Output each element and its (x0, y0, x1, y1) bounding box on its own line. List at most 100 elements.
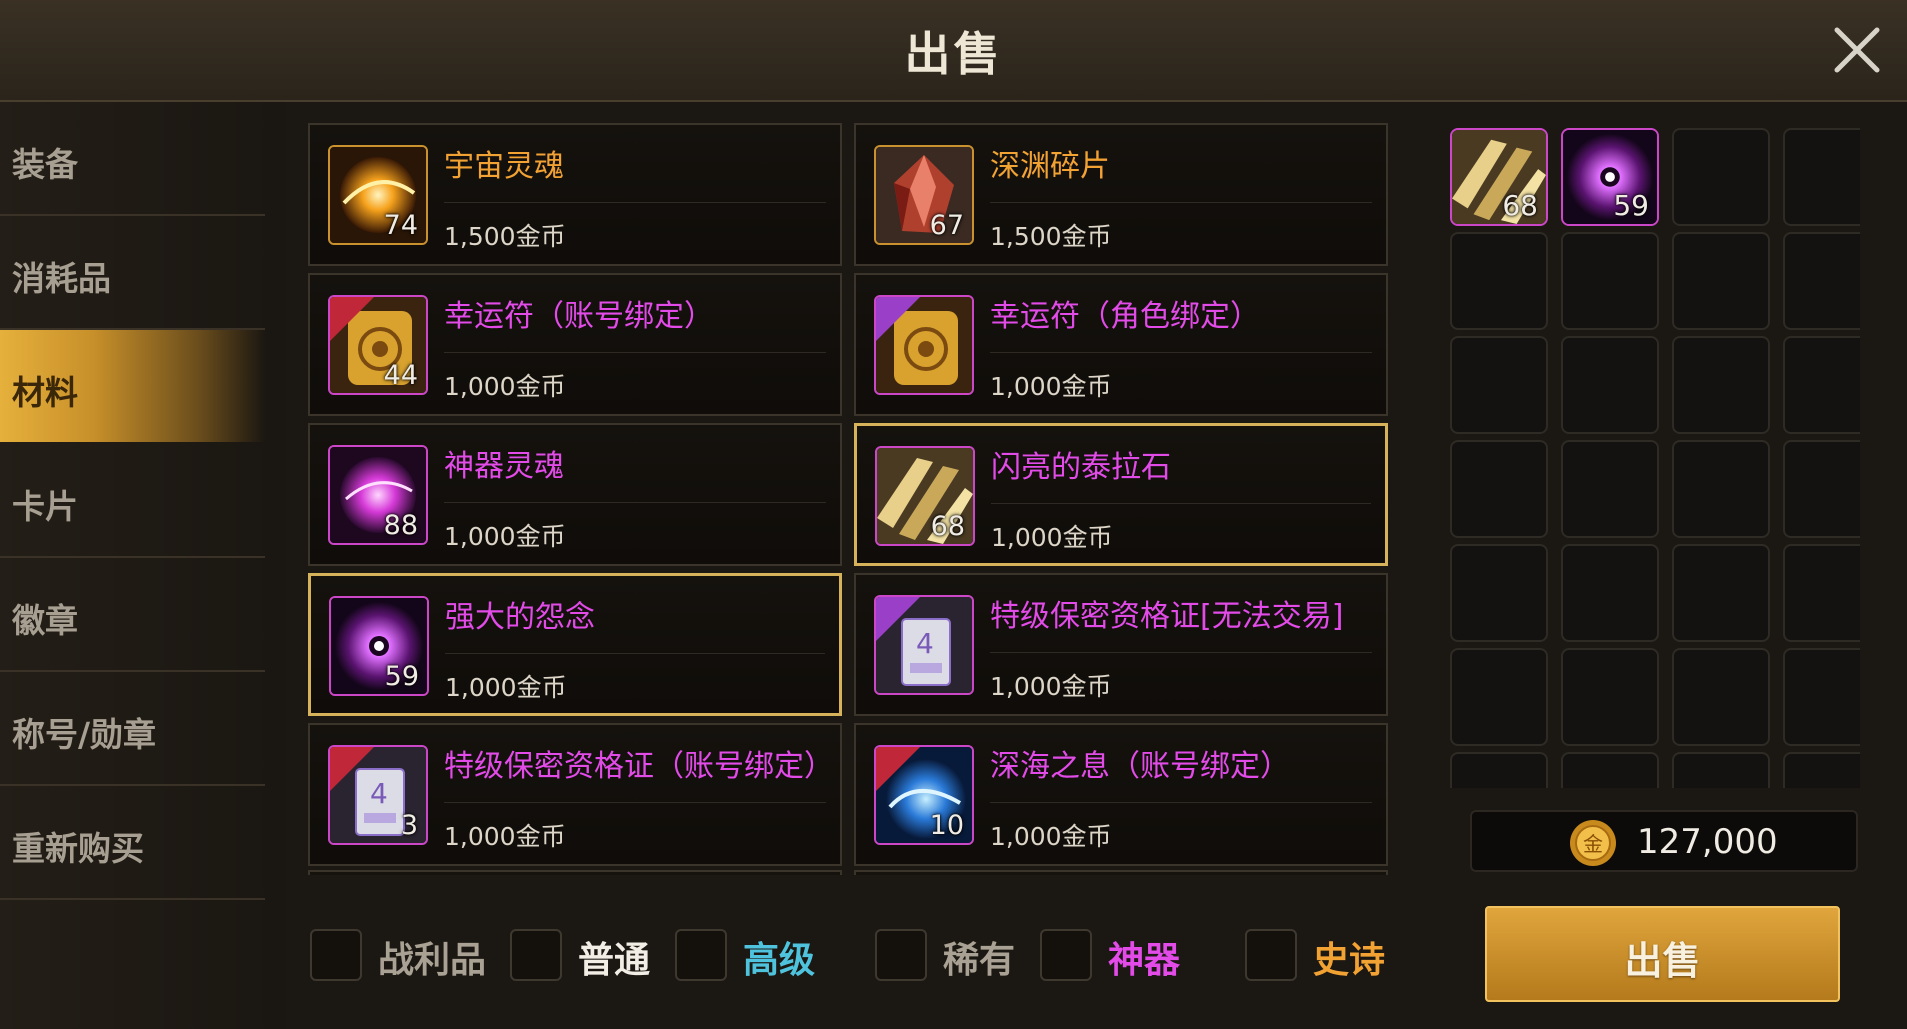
filter-label: 高级 (743, 940, 816, 981)
svg-text:4: 4 (916, 627, 934, 660)
sell-button-label: 出售 (1624, 939, 1701, 983)
checkbox[interactable] (310, 929, 362, 981)
checkbox[interactable] (510, 929, 562, 981)
sell-slot-empty[interactable] (1783, 336, 1860, 434)
item-card-lucky-charm-account[interactable]: 44 幸运符（账号绑定） 1,000金币 (308, 273, 842, 416)
gold-display: 金 127,000 (1470, 810, 1858, 872)
item-card-deep-sea-breath[interactable]: 10 深海之息（账号绑定） 1,000金币 (854, 723, 1388, 866)
sidebar-item-label: 材料 (12, 373, 78, 412)
item-price: 1,000金币 (444, 822, 566, 851)
sell-button[interactable]: 出售 (1485, 906, 1840, 1002)
item-card-partial[interactable] (308, 870, 842, 875)
sell-slot-strong-grudge[interactable]: 59 (1561, 128, 1659, 226)
item-card-cosmic-soul[interactable]: 74 宇宙灵魂 1,500金币 (308, 123, 842, 266)
sell-slot-empty[interactable] (1561, 648, 1659, 746)
abyss-fragment-icon: 67 (874, 145, 974, 245)
sidebar-item-emblems[interactable]: 徽章 (0, 558, 265, 672)
deep-sea-breath-icon: 10 (874, 745, 974, 845)
sell-slot-empty[interactable] (1783, 752, 1860, 788)
divider (445, 653, 825, 654)
sell-slot-empty[interactable] (1672, 232, 1770, 330)
sell-slot-empty[interactable] (1561, 544, 1659, 642)
item-name: 强大的怨念 (445, 600, 595, 635)
item-card-strong-grudge[interactable]: 59 强大的怨念 1,000金币 (308, 573, 842, 716)
sell-slot-empty[interactable] (1783, 440, 1860, 538)
clearance-card-icon: 4 (874, 595, 974, 695)
item-price: 1,000金币 (444, 372, 566, 401)
item-card-partial[interactable] (854, 870, 1388, 875)
sidebar-item-rebuy[interactable]: 重新购买 (0, 786, 265, 900)
sell-slot-empty[interactable] (1450, 232, 1548, 330)
sell-slot-empty[interactable] (1783, 232, 1860, 330)
divider (444, 802, 826, 803)
sell-slot-empty[interactable] (1561, 232, 1659, 330)
item-name: 幸运符（账号绑定） (444, 299, 714, 334)
item-card-clearance-account[interactable]: 4 3 特级保密资格证（账号绑定） 1,000金币 (308, 723, 842, 866)
sidebar-item-label: 称号/勋章 (12, 715, 157, 754)
sidebar-item-titles[interactable]: 称号/勋章 (0, 672, 265, 786)
sell-slot-empty[interactable] (1783, 128, 1860, 226)
filter-label: 战利品 (378, 940, 487, 981)
sell-slot-empty[interactable] (1561, 336, 1659, 434)
filter-label: 普通 (578, 940, 651, 981)
sell-slot-empty[interactable] (1672, 440, 1770, 538)
item-card-terra-stone[interactable]: 68 闪亮的泰拉石 1,000金币 (854, 423, 1388, 566)
checkbox[interactable] (675, 929, 727, 981)
sell-slot-empty[interactable] (1561, 752, 1659, 788)
sell-slot-empty[interactable] (1783, 544, 1860, 642)
sidebar-item-consumables[interactable]: 消耗品 (0, 216, 265, 330)
sell-slot-empty[interactable] (1672, 128, 1770, 226)
close-icon[interactable] (1829, 22, 1885, 78)
sell-slot-empty[interactable] (1450, 440, 1548, 538)
item-name: 深海之息（账号绑定） (990, 749, 1290, 784)
sell-slot-empty[interactable] (1450, 648, 1548, 746)
sidebar-item-label: 徽章 (12, 601, 78, 640)
sell-slot-terra-stone[interactable]: 68 (1450, 128, 1548, 226)
sell-slot-empty[interactable] (1450, 544, 1548, 642)
sell-slot-empty[interactable] (1672, 336, 1770, 434)
sell-slot-empty[interactable] (1783, 648, 1860, 746)
divider (444, 352, 826, 353)
item-price: 1,500金币 (990, 222, 1112, 251)
item-name: 神器灵魂 (444, 449, 564, 484)
checkbox[interactable] (1040, 929, 1092, 981)
svg-text:4: 4 (370, 777, 388, 810)
sidebar-item-materials[interactable]: 材料 (0, 330, 265, 442)
sell-slot-grid[interactable]: 68 59 (1450, 128, 1860, 788)
item-price: 1,000金币 (990, 672, 1112, 701)
item-count: 74 (383, 210, 418, 241)
item-card-abyss-fragment[interactable]: 67 深渊碎片 1,500金币 (854, 123, 1388, 266)
item-name: 宇宙灵魂 (444, 149, 564, 184)
item-name: 特级保密资格证（账号绑定） (444, 749, 834, 784)
sidebar-item-label: 卡片 (12, 487, 78, 526)
item-count: 68 (930, 511, 965, 542)
sell-slot-empty[interactable] (1450, 336, 1548, 434)
window-header: 出售 (0, 0, 1907, 102)
sell-slot-empty[interactable] (1672, 544, 1770, 642)
terra-stone-icon: 68 (875, 446, 975, 546)
checkbox[interactable] (875, 929, 927, 981)
sidebar-item-cards[interactable]: 卡片 (0, 444, 265, 558)
divider (990, 352, 1372, 353)
divider (991, 503, 1371, 504)
item-name: 特级保密资格证[无法交易] (990, 599, 1344, 634)
item-count: 59 (384, 661, 419, 692)
item-count: 10 (929, 810, 964, 841)
sell-slot-empty[interactable] (1450, 752, 1548, 788)
sell-slot-empty[interactable] (1672, 648, 1770, 746)
checkbox[interactable] (1245, 929, 1297, 981)
sell-slot-empty[interactable] (1561, 440, 1659, 538)
sidebar-item-label: 装备 (12, 145, 78, 184)
item-card-artifact-soul[interactable]: 88 神器灵魂 1,000金币 (308, 423, 842, 566)
item-price: 1,000金币 (444, 522, 566, 551)
sidebar-item-equipment[interactable]: 装备 (0, 102, 265, 216)
filter-label: 神器 (1108, 940, 1181, 981)
item-card-lucky-charm-character[interactable]: 幸运符（角色绑定） 1,000金币 (854, 273, 1388, 416)
item-name: 闪亮的泰拉石 (991, 450, 1171, 485)
item-card-clearance-untradable[interactable]: 4 特级保密资格证[无法交易] 1,000金币 (854, 573, 1388, 716)
sell-slot-empty[interactable] (1672, 752, 1770, 788)
divider (990, 652, 1372, 653)
artifact-soul-icon: 88 (328, 445, 428, 545)
filter-label: 史诗 (1313, 940, 1386, 981)
item-list[interactable]: 74 宇宙灵魂 1,500金币 67 深渊碎片 1,500金币 44 幸运符（账… (300, 115, 1390, 875)
